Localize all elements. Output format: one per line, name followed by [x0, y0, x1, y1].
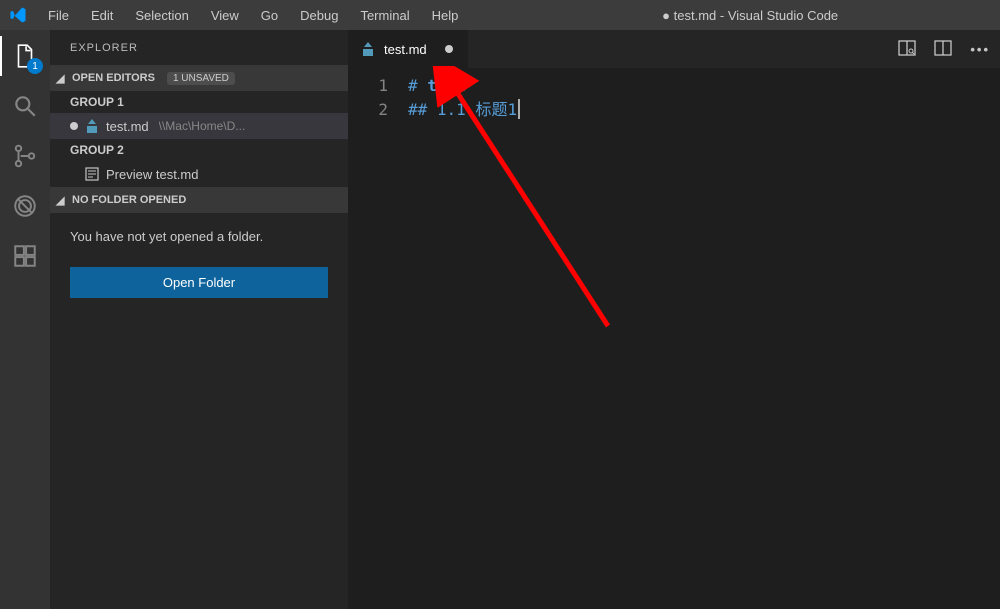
open-editor-filepath: \\Mac\Home\D... [159, 119, 246, 133]
open-editor-file-1[interactable]: test.md \\Mac\Home\D... [50, 113, 348, 139]
menu-view[interactable]: View [201, 4, 249, 27]
no-folder-text: You have not yet opened a folder. [50, 213, 348, 261]
window-title: ● test.md - Visual Studio Code [468, 8, 992, 23]
activity-scm-icon[interactable] [9, 140, 41, 172]
no-folder-label: NO FOLDER OPENED [72, 194, 186, 206]
editor-body[interactable]: 1 2 # test ## 1.1 标题1 [348, 68, 1000, 609]
sidebar-title: EXPLORER [50, 30, 348, 65]
editor-actions: ••• [888, 30, 1000, 68]
open-preview-side-icon[interactable] [898, 39, 916, 60]
menu-help[interactable]: Help [422, 4, 469, 27]
menu-debug[interactable]: Debug [290, 4, 348, 27]
tab-label: test.md [384, 42, 427, 57]
activity-explorer-icon[interactable]: 1 [9, 40, 41, 72]
activity-debug-icon[interactable] [9, 190, 41, 222]
menu-edit[interactable]: Edit [81, 4, 123, 27]
open-editor-file-2[interactable]: Preview test.md [50, 161, 348, 187]
menu-file[interactable]: File [38, 4, 79, 27]
group1-label: GROUP 1 [50, 91, 348, 113]
section-open-editors[interactable]: ◢ OPEN EDITORS 1 UNSAVED [50, 65, 348, 91]
explorer-badge: 1 [27, 58, 43, 74]
editor-tabs: test.md ••• [348, 30, 1000, 68]
open-editor-preview-name: Preview test.md [106, 167, 198, 182]
section-no-folder[interactable]: ◢ NO FOLDER OPENED [50, 187, 348, 213]
markdown-file-icon [84, 118, 100, 134]
open-editor-filename: test.md [106, 119, 149, 134]
editor-area: test.md ••• 1 2 # test ## 1.1 标题1 [348, 30, 1000, 609]
chevron-down-icon: ◢ [56, 194, 68, 207]
titlebar: File Edit Selection View Go Debug Termin… [0, 0, 1000, 30]
menu-selection[interactable]: Selection [125, 4, 198, 27]
tab-dirty-icon [445, 45, 453, 53]
code-content[interactable]: # test ## 1.1 标题1 [408, 74, 1000, 609]
chevron-down-icon: ◢ [56, 72, 68, 85]
dirty-dot-icon [70, 122, 78, 130]
sidebar: EXPLORER ◢ OPEN EDITORS 1 UNSAVED GROUP … [50, 30, 348, 609]
group2-label: GROUP 2 [50, 139, 348, 161]
menubar: File Edit Selection View Go Debug Termin… [38, 4, 468, 27]
open-editors-label: OPEN EDITORS [72, 72, 155, 84]
split-editor-icon[interactable] [934, 39, 952, 60]
vscode-logo-icon [8, 5, 28, 25]
menu-go[interactable]: Go [251, 4, 288, 27]
markdown-file-icon [360, 41, 376, 57]
more-actions-icon[interactable]: ••• [970, 42, 990, 57]
text-cursor [518, 99, 520, 119]
menu-terminal[interactable]: Terminal [350, 4, 419, 27]
preview-file-icon [84, 166, 100, 182]
line-numbers: 1 2 [348, 74, 408, 609]
tab-test-md[interactable]: test.md [348, 30, 468, 68]
unsaved-badge: 1 UNSAVED [167, 72, 235, 85]
activity-search-icon[interactable] [9, 90, 41, 122]
activitybar: 1 [0, 30, 50, 609]
open-folder-button[interactable]: Open Folder [70, 267, 328, 298]
activity-extensions-icon[interactable] [9, 240, 41, 272]
